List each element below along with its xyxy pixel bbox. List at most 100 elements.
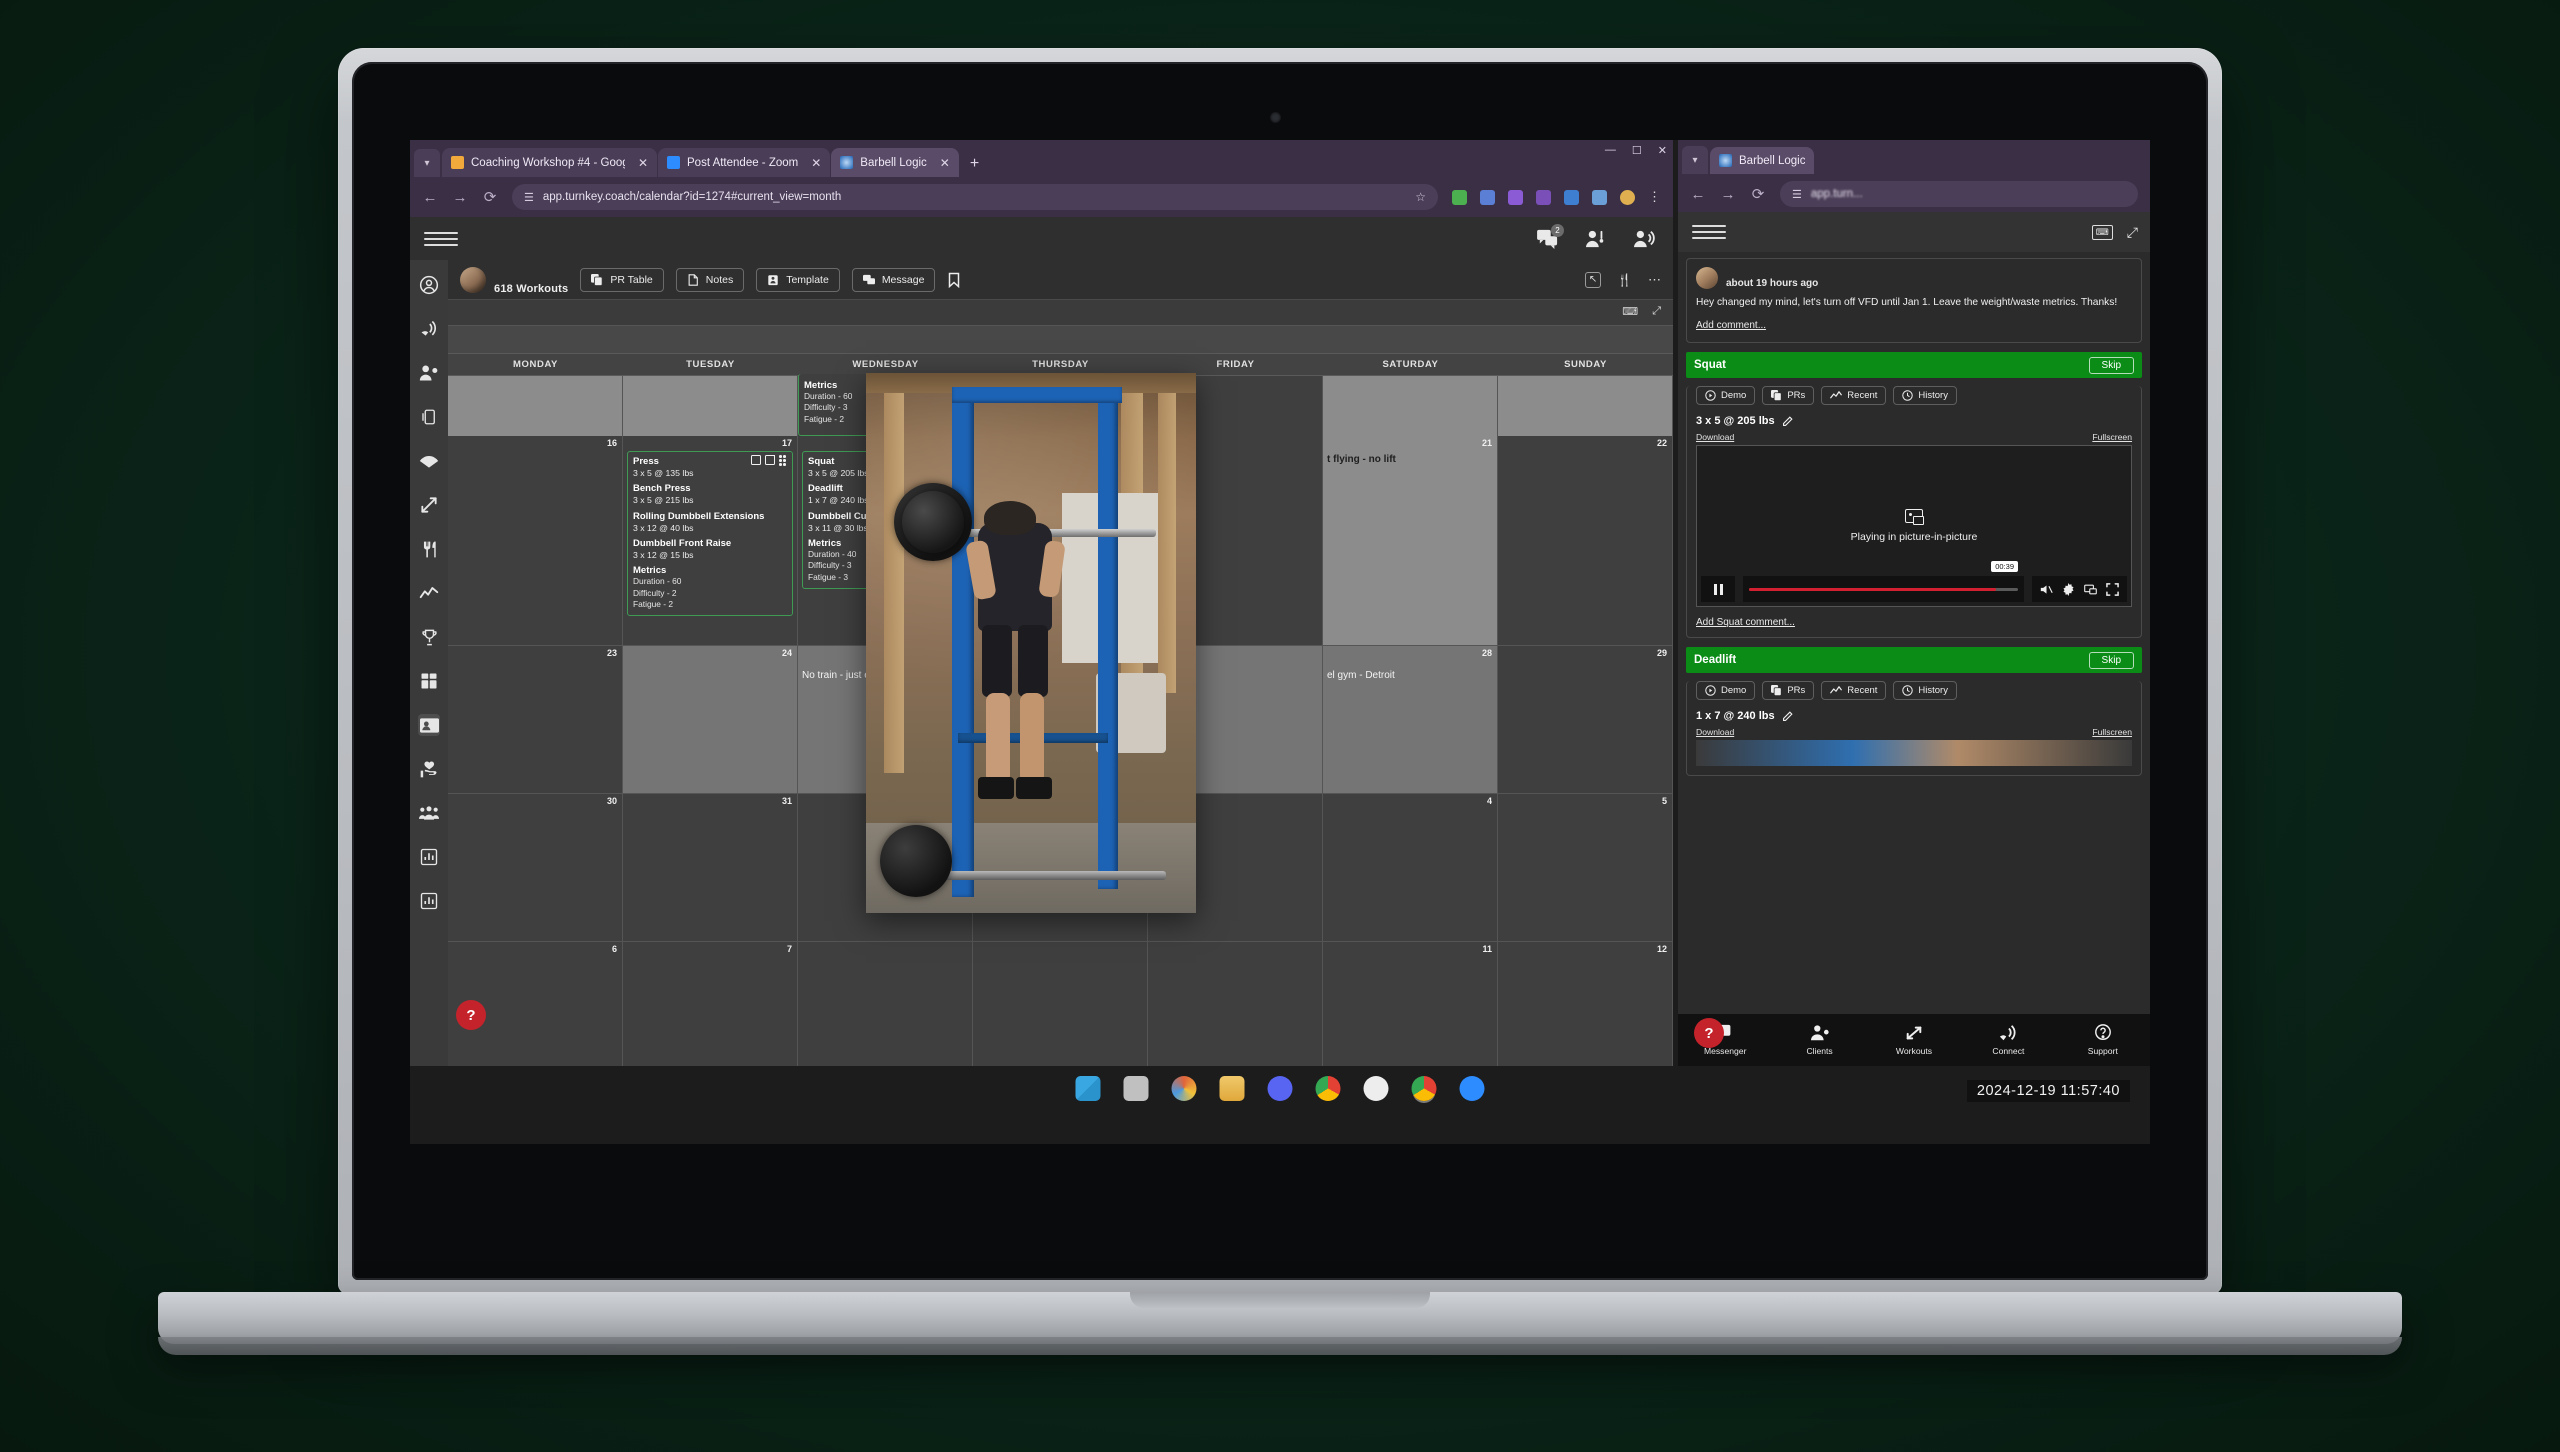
bookmark-icon[interactable] bbox=[947, 272, 961, 288]
tab-search-chevron-icon[interactable]: ▾ bbox=[1682, 146, 1708, 174]
messages-icon[interactable]: 2 bbox=[1537, 223, 1564, 249]
close-tab-icon[interactable]: ✕ bbox=[940, 157, 950, 169]
bookmark-star-icon[interactable]: ☆ bbox=[1415, 190, 1426, 204]
extension-icon-6[interactable] bbox=[1592, 189, 1607, 205]
tab-barbell-logic-secondary[interactable]: Barbell Logic bbox=[1710, 147, 1815, 174]
extension-icon-4[interactable] bbox=[1536, 189, 1551, 205]
calendar-day[interactable]: 29 bbox=[1498, 646, 1673, 793]
close-tab-icon[interactable]: ✕ bbox=[811, 157, 821, 169]
prs-button[interactable]: PRs bbox=[1762, 681, 1815, 701]
close-window-button[interactable]: ✕ bbox=[1658, 144, 1667, 157]
tab-post-attendee-zoom[interactable]: Post Attendee - Zoom ✕ bbox=[658, 148, 831, 177]
new-tab-button[interactable]: + bbox=[960, 155, 989, 177]
calendar-day[interactable]: 22 bbox=[1498, 436, 1673, 645]
menu-hamburger-icon[interactable] bbox=[424, 231, 458, 246]
fullscreen-icon[interactable] bbox=[2106, 582, 2119, 596]
add-comment-link[interactable]: Add comment... bbox=[1696, 320, 1766, 331]
prs-button[interactable]: PRs bbox=[1762, 386, 1815, 406]
zoom-icon[interactable] bbox=[1459, 1076, 1485, 1101]
download-link[interactable]: Download bbox=[1696, 432, 1734, 442]
calendar-day[interactable] bbox=[1148, 942, 1323, 1066]
recent-button[interactable]: Recent bbox=[1821, 681, 1887, 701]
extension-icon-1[interactable] bbox=[1452, 189, 1467, 205]
site-settings-icon[interactable]: ☰ bbox=[1792, 188, 1802, 201]
seek-bar[interactable]: 00:39 bbox=[1743, 561, 2024, 603]
browser-menu-icon[interactable]: ⋮ bbox=[1648, 189, 1661, 205]
nav-connect[interactable]: Connect bbox=[1961, 1024, 2055, 1056]
skip-button[interactable]: Skip bbox=[2088, 356, 2134, 374]
template-button[interactable]: Template bbox=[756, 267, 840, 292]
menu-hamburger-icon[interactable] bbox=[1692, 225, 1726, 239]
skip-button[interactable]: Skip bbox=[2088, 651, 2134, 669]
address-bar-secondary[interactable]: ☰ app.turn... bbox=[1780, 181, 2138, 207]
nav-clients[interactable]: Clients bbox=[1772, 1024, 1866, 1056]
forward-icon[interactable]: → bbox=[1720, 186, 1736, 203]
sidebar-item-reports-icon[interactable] bbox=[418, 846, 440, 868]
calendar-day[interactable]: 5 bbox=[1498, 794, 1673, 941]
open-external-icon[interactable] bbox=[765, 455, 775, 465]
client-avatar[interactable] bbox=[460, 266, 486, 293]
discord-icon[interactable] bbox=[1267, 1076, 1293, 1101]
notes-button[interactable]: Notes bbox=[675, 267, 745, 292]
back-icon[interactable]: ← bbox=[1690, 186, 1706, 203]
avatar[interactable] bbox=[1696, 267, 1718, 289]
picture-in-picture-icon[interactable] bbox=[2084, 583, 2097, 596]
sidebar-item-dashboard-icon[interactable] bbox=[418, 670, 440, 692]
recent-button[interactable]: Recent bbox=[1821, 386, 1887, 406]
calendar-day[interactable]: 11 bbox=[1323, 942, 1498, 1066]
file-explorer-icon[interactable] bbox=[1219, 1076, 1245, 1101]
drag-handle-icon[interactable] bbox=[779, 455, 788, 466]
reload-icon[interactable]: ⟳ bbox=[1750, 185, 1766, 203]
sidebar-item-clients-icon[interactable] bbox=[418, 362, 440, 384]
filter-icon[interactable]: 🍴 bbox=[1617, 273, 1632, 287]
calendar-day[interactable]: 21 t flying - no lift bbox=[1323, 436, 1498, 645]
fullscreen-link[interactable]: Fullscreen bbox=[2092, 432, 2132, 442]
calendar-day[interactable]: 28 el gym - Detroit bbox=[1323, 646, 1498, 793]
profile-avatar-icon[interactable] bbox=[1620, 189, 1635, 205]
help-button[interactable]: ? bbox=[456, 1000, 486, 1030]
demo-button[interactable]: Demo bbox=[1696, 386, 1756, 406]
minimize-button[interactable]: — bbox=[1605, 144, 1616, 157]
sidebar-item-workouts-icon[interactable] bbox=[418, 494, 440, 516]
add-squat-comment-link[interactable]: Add Squat comment... bbox=[1696, 617, 2132, 628]
history-button[interactable]: History bbox=[1893, 386, 1957, 406]
back-icon[interactable]: ← bbox=[422, 189, 438, 206]
pencil-icon[interactable] bbox=[1782, 711, 1793, 722]
tab-search-chevron-icon[interactable]: ▾ bbox=[414, 149, 440, 177]
chrome-profile-icon[interactable] bbox=[1411, 1076, 1437, 1101]
calendar-day[interactable]: 17 Press 3 x 5 @ 135 lbs Bench Press 3 x… bbox=[623, 436, 798, 645]
calendar-day[interactable]: 24 bbox=[623, 646, 798, 793]
settings-gear-icon[interactable] bbox=[2062, 582, 2075, 596]
chrome-icon[interactable] bbox=[1315, 1076, 1341, 1101]
deadlift-video-thumbnail[interactable] bbox=[1696, 740, 2132, 767]
task-view-icon[interactable] bbox=[1123, 1076, 1149, 1101]
site-settings-icon[interactable]: ☰ bbox=[524, 191, 534, 204]
sidebar-item-community-icon[interactable] bbox=[418, 802, 440, 824]
calendar-day[interactable]: 12 bbox=[1498, 942, 1673, 1066]
keyboard-icon[interactable]: ⌨ bbox=[2091, 224, 2113, 240]
mute-icon[interactable] bbox=[2040, 583, 2053, 596]
expand-icon[interactable]: ↖ bbox=[1585, 271, 1602, 288]
tab-coaching-workshop[interactable]: Coaching Workshop #4 - Goog ✕ bbox=[442, 148, 657, 177]
address-bar[interactable]: ☰ app.turnkey.coach/calendar?id=1274#cur… bbox=[512, 184, 1438, 210]
taskbar-clock[interactable]: 2024-12-19 11:57:40 bbox=[1966, 1080, 2130, 1102]
download-link[interactable]: Download bbox=[1696, 727, 1734, 737]
calendar-day[interactable]: 23 bbox=[448, 646, 623, 793]
tab-barbell-logic[interactable]: Barbell Logic ✕ bbox=[831, 148, 959, 177]
close-tab-icon[interactable]: ✕ bbox=[638, 157, 648, 169]
forward-icon[interactable]: → bbox=[452, 189, 468, 206]
calendar-day[interactable] bbox=[798, 942, 973, 1066]
pr-table-button[interactable]: PR Table bbox=[580, 267, 664, 292]
add-client-icon[interactable] bbox=[1585, 229, 1607, 249]
calendar-day[interactable]: 16 bbox=[448, 436, 623, 645]
extension-icon-5[interactable] bbox=[1564, 189, 1579, 205]
more-icon[interactable]: ⋯ bbox=[1648, 272, 1661, 288]
broadcast-icon[interactable] bbox=[1633, 229, 1655, 249]
workout-card[interactable]: Press 3 x 5 @ 135 lbs Bench Press 3 x 5 … bbox=[627, 451, 793, 617]
sidebar-item-contact-card-icon[interactable] bbox=[418, 714, 440, 736]
maximize-button[interactable]: ☐ bbox=[1632, 144, 1642, 157]
pause-button[interactable] bbox=[1701, 576, 1735, 603]
photos-icon[interactable] bbox=[1171, 1076, 1197, 1101]
video-player[interactable]: Playing in picture-in-picture 00:39 bbox=[1696, 445, 2132, 608]
expand-icon[interactable]: ⤢ bbox=[2127, 224, 2138, 241]
